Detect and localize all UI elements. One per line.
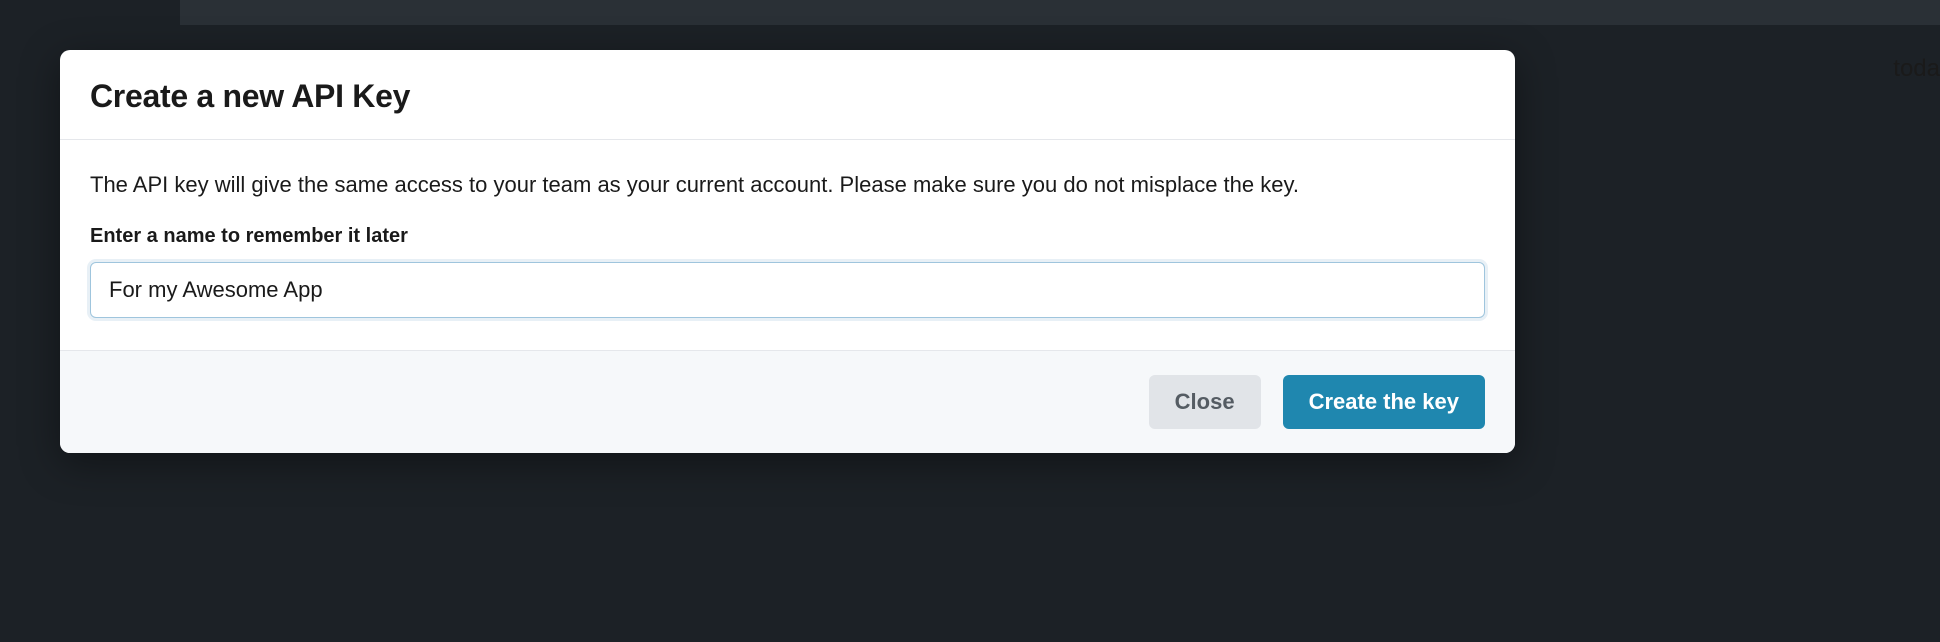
create-key-button[interactable]: Create the key (1283, 375, 1485, 429)
background-partial-text: toda (1893, 55, 1940, 83)
create-api-key-modal: Create a new API Key The API key will gi… (60, 50, 1515, 453)
modal-title: Create a new API Key (90, 78, 1485, 115)
modal-description: The API key will give the same access to… (90, 170, 1485, 201)
modal-footer: Close Create the key (60, 350, 1515, 453)
api-key-name-input[interactable] (90, 262, 1485, 318)
modal-header: Create a new API Key (60, 50, 1515, 140)
background-panel (180, 0, 1940, 25)
modal-body: The API key will give the same access to… (60, 140, 1515, 350)
close-button[interactable]: Close (1149, 375, 1261, 429)
api-key-name-label: Enter a name to remember it later (90, 225, 1485, 248)
